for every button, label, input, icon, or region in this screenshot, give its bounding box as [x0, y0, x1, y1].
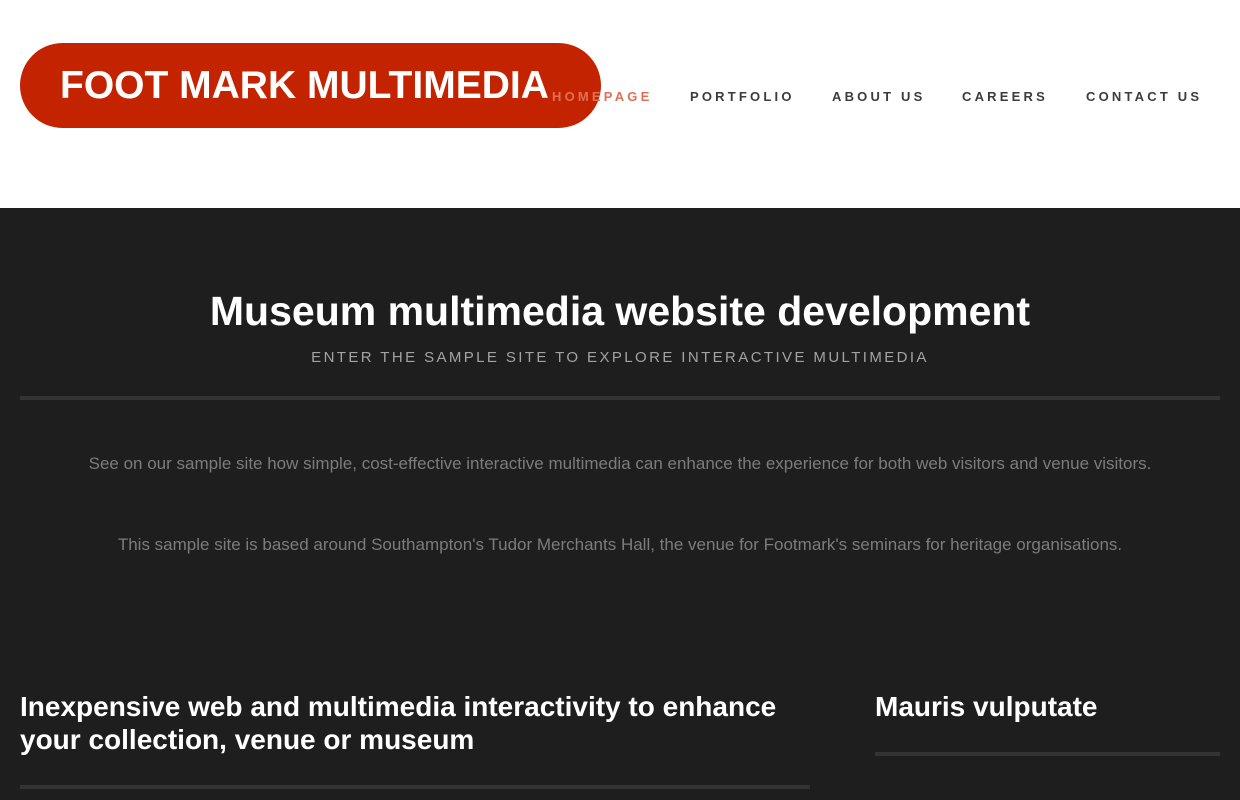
intro-paragraph-1: See on our sample site how simple, cost-… — [88, 454, 1152, 473]
main-nav: HOMEPAGE PORTFOLIO ABOUT US CAREERS CONT… — [0, 89, 1240, 107]
nav-homepage[interactable]: HOMEPAGE — [552, 89, 652, 104]
site-header: FOOT MARK MULTIMEDIA HOMEPAGE PORTFOLIO … — [0, 0, 1240, 208]
nav-portfolio[interactable]: PORTFOLIO — [690, 89, 795, 104]
left-column-divider — [20, 785, 810, 789]
left-column-title: Inexpensive web and multimedia interacti… — [20, 691, 777, 755]
right-column-title: Mauris vulputate — [875, 691, 1098, 722]
hero-title: Museum multimedia website development — [209, 288, 1031, 334]
nav-about-us[interactable]: ABOUT US — [832, 89, 926, 104]
site-logo[interactable]: FOOT MARK MULTIMEDIA — [20, 43, 601, 128]
nav-careers[interactable]: CAREERS — [962, 89, 1048, 104]
right-column-divider — [875, 752, 1220, 756]
nav-contact-us[interactable]: CONTACT US — [1086, 89, 1202, 104]
hero-subtitle[interactable]: ENTER THE SAMPLE SITE TO EXPLORE INTERAC… — [0, 349, 1240, 367]
hero-divider — [20, 396, 1220, 400]
intro-paragraph-2: This sample site is based around Southam… — [117, 535, 1123, 554]
